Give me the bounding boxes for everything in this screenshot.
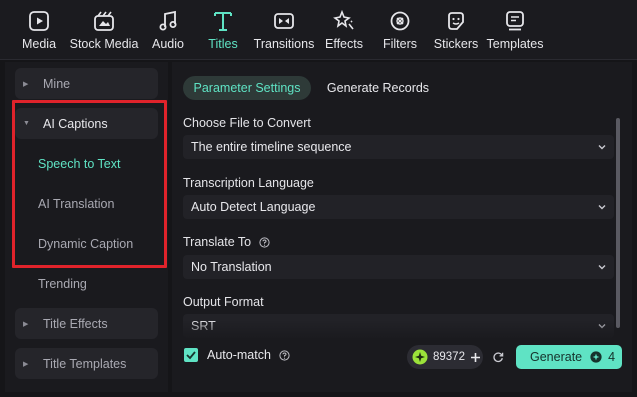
help-icon[interactable] — [279, 349, 290, 361]
sidebar-item-label: Speech to Text — [38, 156, 121, 171]
generate-cost: 4 — [608, 350, 616, 364]
toolbar-filters-button[interactable]: Filters — [383, 6, 417, 56]
toolbar-titles-label: Titles — [208, 37, 238, 51]
chevron-down-icon — [598, 205, 606, 210]
auto-match-checkbox[interactable] — [184, 348, 198, 362]
sidebar-item-label: Trending — [38, 276, 87, 291]
choose-file-label-text: Choose File to Convert — [183, 116, 311, 130]
output-format-label-text: Output Format — [183, 295, 264, 309]
sidebar-item-label: Dynamic Caption — [38, 236, 134, 251]
translate-to-select[interactable]: No Translation — [183, 255, 614, 279]
sidebar-item-ai-captions[interactable]: ▼ AI Captions — [15, 108, 158, 139]
scrollbar-thumb[interactable] — [616, 118, 620, 328]
caret-right-icon: ▶ — [23, 360, 29, 368]
toolbar-transitions-label: Transitions — [253, 37, 315, 51]
transcription-language-label: Transcription Language — [183, 176, 314, 190]
caret-right-icon: ▶ — [23, 80, 29, 88]
toolbar-titles-button[interactable]: Titles — [206, 6, 240, 56]
choose-file-value: The entire timeline sequence — [191, 140, 352, 154]
caret-down-icon: ▼ — [23, 120, 30, 127]
sidebar-item-speech-to-text[interactable]: Speech to Text — [15, 148, 158, 179]
output-format-label: Output Format — [183, 295, 264, 309]
generate-label: Generate — [530, 350, 583, 364]
sidebar-item-title-templates[interactable]: ▶ Title Templates — [15, 348, 158, 379]
tab-generate-records[interactable]: Generate Records — [322, 76, 434, 100]
toolbar-transitions-button[interactable]: Transitions — [253, 6, 315, 56]
transcription-language-label-text: Transcription Language — [183, 176, 314, 190]
toolbar-audio-label: Audio — [152, 37, 184, 51]
titles-icon — [214, 12, 232, 31]
generate-button[interactable]: Generate 4 — [516, 345, 622, 369]
effects-icon — [333, 10, 354, 30]
sidebar-item-label: AI Captions — [43, 116, 108, 131]
toolbar-stickers-label: Stickers — [433, 37, 479, 51]
toolbar-audio-button[interactable]: Audio — [150, 6, 186, 56]
chevron-down-icon — [598, 324, 606, 329]
transitions-icon — [274, 13, 294, 29]
transcription-language-select[interactable]: Auto Detect Language — [183, 195, 614, 219]
sidebar-item-mine[interactable]: ▶ Mine — [15, 68, 158, 99]
refresh-icon[interactable] — [492, 351, 504, 363]
ai-credits-count: 89372 — [433, 351, 465, 363]
choose-file-label: Choose File to Convert — [183, 116, 311, 130]
sidebar-item-title-effects[interactable]: ▶ Title Effects — [15, 308, 158, 339]
translate-to-value: No Translation — [191, 260, 272, 274]
translate-to-label: Translate To — [183, 235, 270, 249]
toolbar-templates-button[interactable]: Templates — [486, 6, 544, 56]
filters-icon — [390, 11, 410, 31]
music-note-icon — [159, 10, 177, 31]
media-icon — [29, 11, 49, 31]
toolbar-stock-media-button[interactable]: Stock Media — [70, 6, 138, 56]
credit-coin-icon — [590, 351, 602, 363]
auto-match-text: Auto-match — [207, 348, 271, 362]
chevron-down-icon — [598, 265, 606, 270]
translate-to-label-text: Translate To — [183, 235, 252, 249]
toolbar-stock-media-label: Stock Media — [69, 37, 139, 51]
stickers-icon — [448, 12, 464, 30]
sidebar-item-trending[interactable]: Trending — [15, 268, 158, 299]
tab-parameter-settings[interactable]: Parameter Settings — [183, 76, 311, 100]
toolbar-media-button[interactable]: Media — [22, 6, 56, 56]
chevron-down-icon — [598, 145, 606, 150]
toolbar-stickers-button[interactable]: Stickers — [433, 6, 479, 56]
sidebar-item-label: AI Translation — [38, 196, 115, 211]
caret-right-icon: ▶ — [23, 320, 29, 328]
output-format-select[interactable]: SRT — [183, 314, 614, 338]
checkmark-icon — [186, 351, 196, 360]
choose-file-select[interactable]: The entire timeline sequence — [183, 135, 614, 159]
output-format-value: SRT — [191, 319, 216, 333]
help-icon[interactable] — [259, 236, 270, 248]
ai-credits-button[interactable]: 89372 — [407, 345, 483, 369]
stock-media-icon — [94, 11, 114, 31]
templates-icon — [506, 11, 524, 31]
toolbar-effects-label: Effects — [325, 37, 363, 51]
top-toolbar: Media Stock Media Audio Titles Transitio… — [0, 0, 637, 60]
transcription-language-value: Auto Detect Language — [191, 200, 316, 214]
speech-to-text-panel: Parameter Settings Generate Records Choo… — [172, 62, 632, 392]
sidebar-item-ai-translation[interactable]: AI Translation — [15, 188, 158, 219]
auto-match-label: Auto-match — [207, 348, 290, 362]
sidebar-item-dynamic-caption[interactable]: Dynamic Caption — [15, 228, 158, 259]
sidebar-item-label: Title Templates — [43, 356, 127, 371]
toolbar-templates-label: Templates — [486, 37, 544, 51]
sidebar-item-label: Title Effects — [43, 316, 108, 331]
toolbar-effects-button[interactable]: Effects — [325, 6, 363, 56]
toolbar-filters-label: Filters — [382, 37, 418, 51]
ai-credit-icon — [412, 349, 428, 365]
category-sidebar: ▶ Mine ▼ AI Captions Speech to Text AI T… — [5, 62, 168, 392]
sidebar-item-label: Mine — [43, 76, 71, 91]
plus-icon — [470, 352, 480, 362]
toolbar-media-label: Media — [21, 37, 57, 51]
